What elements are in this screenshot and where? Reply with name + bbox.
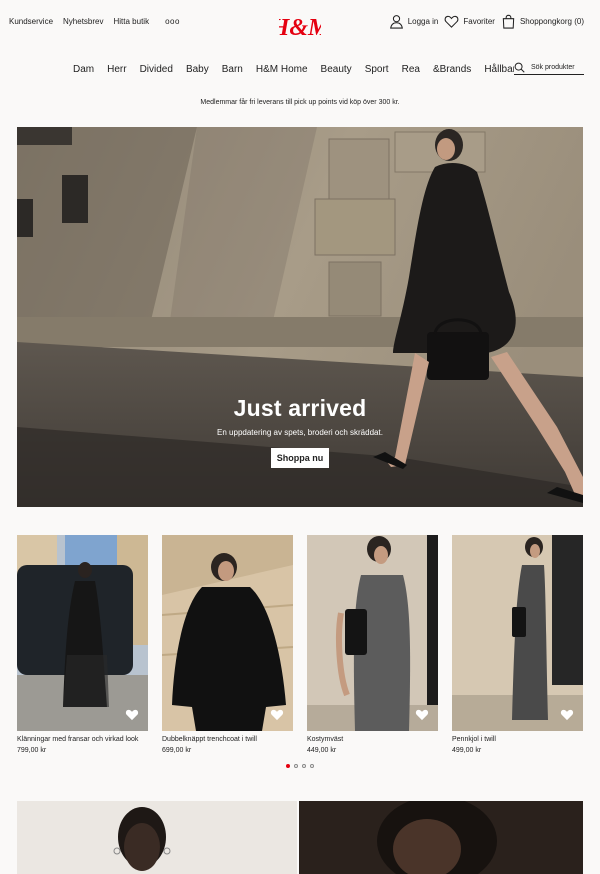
favorite-heart-icon[interactable] — [415, 708, 429, 721]
product-photo — [452, 535, 583, 731]
hero-title: Just arrived — [233, 395, 367, 421]
product-price: 449,00 kr — [307, 747, 337, 754]
carousel-pagination — [0, 764, 600, 768]
product-image[interactable] — [17, 535, 148, 731]
nav-item-sport[interactable]: Sport — [365, 64, 389, 75]
login-button[interactable]: Logga in — [389, 14, 439, 29]
favorite-heart-icon[interactable] — [560, 708, 574, 721]
product-card[interactable]: Klänningar med fransar och virkad look 7… — [17, 535, 148, 754]
product-photo — [17, 535, 148, 731]
nav-item-herr[interactable]: Herr — [107, 64, 126, 75]
shopping-bag-icon — [502, 14, 515, 29]
product-name[interactable]: Dubbelknäppt trenchcoat i twill — [162, 736, 293, 743]
product-name[interactable]: Klänningar med fransar och virkad look — [17, 736, 148, 743]
nav-item-beauty[interactable]: Beauty — [321, 64, 352, 75]
product-name[interactable]: Kostymväst — [307, 736, 438, 743]
hm-logo[interactable]: H&M — [270, 12, 331, 42]
favorites-label: Favoriter — [463, 17, 495, 26]
top-bar: Kundservice Nyhetsbrev Hitta butik ooo H… — [0, 0, 600, 52]
search-placeholder: Sök produkter — [531, 63, 575, 71]
search-icon — [514, 62, 525, 73]
favorite-heart-icon[interactable] — [270, 708, 284, 721]
carousel-dot[interactable] — [302, 764, 306, 768]
find-store-link[interactable]: Hitta butik — [114, 17, 150, 26]
account-menu: Logga in Favoriter Shoppongkorg (0) — [383, 14, 584, 29]
product-image[interactable] — [452, 535, 583, 731]
customer-service-link[interactable]: Kundservice — [9, 17, 53, 26]
hero-copy: Just arrived En uppdatering av spets, br… — [17, 395, 583, 468]
product-card[interactable]: Kostymväst 449,00 kr — [307, 535, 438, 754]
hm-logo-mark: H&M — [270, 15, 331, 41]
product-price: 499,00 kr — [452, 747, 482, 754]
product-card[interactable]: Dubbelknäppt trenchcoat i twill 699,00 k… — [162, 535, 293, 754]
shop-now-button[interactable]: Shoppa nu — [270, 448, 330, 468]
utility-links: Kundservice Nyhetsbrev Hitta butik ooo — [9, 17, 180, 26]
hero-banner[interactable]: Just arrived En uppdatering av spets, br… — [17, 127, 583, 507]
editorial-image — [17, 801, 583, 874]
product-price: 699,00 kr — [162, 747, 192, 754]
product-image[interactable] — [162, 535, 293, 731]
cart-label: Shoppongkorg (0) — [519, 17, 584, 26]
carousel-dot[interactable] — [294, 764, 298, 768]
nav-item-brands[interactable]: &Brands — [433, 64, 471, 75]
product-price: 799,00 kr — [17, 747, 47, 754]
product-photo — [307, 535, 438, 731]
main-nav: Dam Herr Divided Baby Barn H&M Home Beau… — [73, 64, 543, 75]
product-name[interactable]: Pennkjol i twill — [452, 736, 583, 743]
login-label: Logga in — [407, 17, 439, 26]
carousel-dot[interactable] — [310, 764, 314, 768]
nav-item-dam[interactable]: Dam — [73, 64, 94, 75]
user-icon — [389, 15, 403, 29]
product-photo — [162, 535, 293, 731]
nav-item-baby[interactable]: Baby — [186, 64, 209, 75]
nav-item-barn[interactable]: Barn — [222, 64, 243, 75]
favorite-heart-icon[interactable] — [125, 708, 139, 721]
svg-text:H&M: H&M — [279, 15, 321, 41]
editorial-teasers[interactable] — [17, 801, 583, 874]
product-card[interactable]: Pennkjol i twill 499,00 kr — [452, 535, 583, 754]
hero-subtitle: En uppdatering av spets, broderi och skr… — [217, 428, 383, 437]
product-carousel: Klänningar med fransar och virkad look 7… — [17, 535, 583, 765]
nav-item-rea[interactable]: Rea — [402, 64, 420, 75]
product-image[interactable] — [307, 535, 438, 731]
cart-button[interactable]: Shoppongkorg (0) — [501, 14, 584, 29]
search-input[interactable]: Sök produkter — [514, 60, 584, 75]
newsletter-link[interactable]: Nyhetsbrev — [63, 17, 103, 26]
nav-item-divided[interactable]: Divided — [140, 64, 173, 75]
more-menu-icon[interactable]: ooo — [165, 17, 180, 26]
promo-banner[interactable]: Medlemmar får fri leverans till pick up … — [0, 99, 600, 106]
heart-icon — [444, 15, 459, 28]
nav-item-hm-home[interactable]: H&M Home — [256, 64, 308, 75]
carousel-dot[interactable] — [286, 764, 290, 768]
favorites-button[interactable]: Favoriter — [444, 14, 495, 29]
